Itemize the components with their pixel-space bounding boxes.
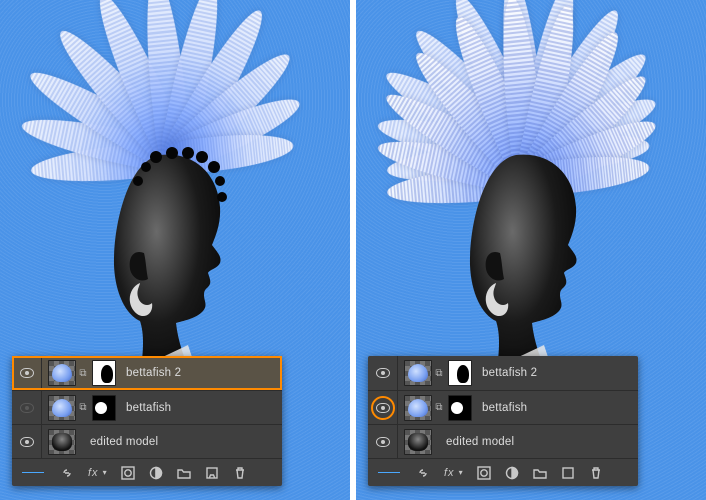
link-icon[interactable]: ⧉ (76, 368, 90, 379)
layer-thumbnail[interactable] (48, 360, 76, 386)
layers-panel: ⧉ bettafish 2 ⧉ bettafish edited model f… (12, 356, 282, 486)
adjustment-layer-icon[interactable] (505, 466, 519, 480)
layer-row[interactable]: ⧉ bettafish (368, 390, 638, 424)
layer-mask-thumbnail[interactable] (92, 395, 116, 421)
link-layers-icon[interactable] (416, 466, 430, 480)
add-mask-icon[interactable] (477, 466, 491, 480)
layer-row[interactable]: edited model (368, 424, 638, 458)
canvas-right: ⧉ bettafish 2 ⧉ bettafish edited model f… (356, 0, 706, 500)
link-indicator (378, 472, 400, 474)
add-mask-icon[interactable] (121, 466, 135, 480)
layer-name[interactable]: edited model (446, 436, 638, 448)
layers-panel: ⧉ bettafish 2 ⧉ bettafish edited model f… (368, 356, 638, 486)
panel-bottom-bar: fx▾ (12, 458, 282, 486)
layer-name[interactable]: edited model (90, 436, 282, 448)
canvas-left: ⧉ bettafish 2 ⧉ bettafish edited model f… (0, 0, 350, 500)
layer-thumbnail[interactable] (48, 395, 76, 421)
link-icon[interactable]: ⧉ (432, 368, 446, 379)
visibility-toggle[interactable] (12, 425, 42, 458)
panel-bottom-bar: fx▾ (368, 458, 638, 486)
layer-row[interactable]: edited model (12, 424, 282, 458)
link-icon[interactable]: ⧉ (432, 402, 446, 413)
layer-row[interactable]: ⧉ bettafish 2 (368, 356, 638, 390)
layer-mask-thumbnail[interactable] (448, 395, 472, 421)
eye-icon (376, 368, 390, 378)
layer-thumbnail[interactable] (48, 429, 76, 455)
eye-icon (20, 368, 34, 378)
group-layers-icon[interactable] (177, 466, 191, 480)
eye-icon (376, 437, 390, 447)
visibility-toggle[interactable] (12, 391, 42, 424)
eye-icon (20, 403, 34, 413)
visibility-toggle[interactable] (368, 425, 398, 458)
layer-style-button[interactable]: fx (444, 467, 455, 479)
layer-name[interactable]: bettafish (126, 402, 282, 414)
adjustment-layer-icon[interactable] (149, 466, 163, 480)
layer-mask-thumbnail[interactable] (92, 360, 116, 386)
layer-style-button[interactable]: fx (88, 467, 99, 479)
layer-mask-thumbnail[interactable] (448, 360, 472, 386)
layer-name[interactable]: bettafish 2 (126, 367, 282, 379)
link-indicator (22, 472, 44, 474)
layer-thumbnail[interactable] (404, 360, 432, 386)
eye-icon (20, 437, 34, 447)
layer-name[interactable]: bettafish 2 (482, 367, 638, 379)
visibility-toggle[interactable] (368, 356, 398, 390)
layer-thumbnail[interactable] (404, 395, 432, 421)
layer-row[interactable]: ⧉ bettafish 2 (12, 356, 282, 390)
group-layers-icon[interactable] (533, 466, 547, 480)
layer-thumbnail[interactable] (404, 429, 432, 455)
new-layer-icon[interactable] (561, 466, 575, 480)
visibility-toggle[interactable] (368, 391, 398, 424)
delete-layer-icon[interactable] (233, 466, 247, 480)
delete-layer-icon[interactable] (589, 466, 603, 480)
link-icon[interactable]: ⧉ (76, 402, 90, 413)
eye-icon (376, 403, 390, 413)
layer-name[interactable]: bettafish (482, 402, 638, 414)
layer-row[interactable]: ⧉ bettafish (12, 390, 282, 424)
link-layers-icon[interactable] (60, 466, 74, 480)
new-layer-icon[interactable] (205, 466, 219, 480)
visibility-toggle[interactable] (12, 356, 42, 390)
